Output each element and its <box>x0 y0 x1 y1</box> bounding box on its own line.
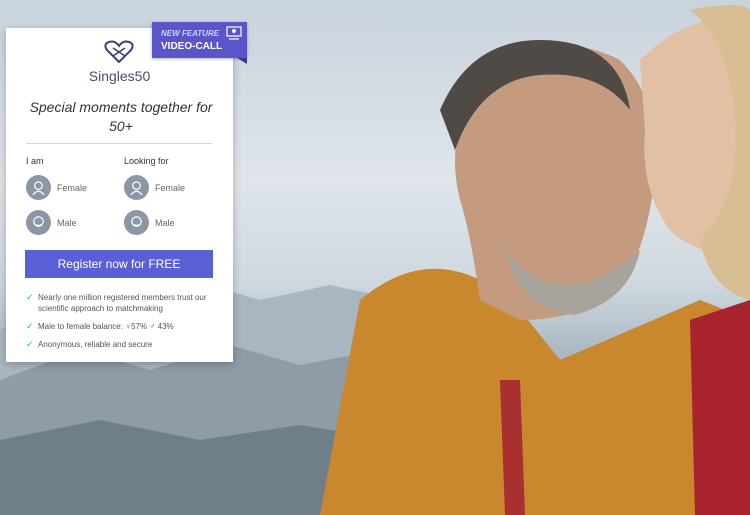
benefit-text: Male to female balance: ♀57% ♂ 43% <box>38 322 174 331</box>
benefit-text: Nearly one million registered members tr… <box>38 293 207 313</box>
badge-line2: VIDEO-CALL <box>161 41 223 52</box>
check-icon: ✓ <box>26 339 34 349</box>
benefit-text: Anonymous, reliable and secure <box>38 340 153 349</box>
couple-photo <box>320 5 750 515</box>
male-avatar-icon <box>26 210 51 235</box>
badge-line1: NEW FEATURE <box>161 29 220 38</box>
heart-logo-icon <box>104 40 134 64</box>
benefit-item: ✓ Nearly one million registered members … <box>26 292 216 314</box>
i-am-male-option[interactable]: Male <box>26 210 77 235</box>
option-label: Male <box>155 217 175 228</box>
i-am-female-option[interactable]: Female <box>26 175 87 200</box>
male-avatar-icon <box>124 210 149 235</box>
new-feature-badge[interactable]: NEW FEATURE VIDEO-CALL <box>152 22 247 64</box>
registration-card: Singles50 Special moments together for 5… <box>6 28 233 362</box>
looking-for-male-option[interactable]: Male <box>124 210 175 235</box>
brand-name: Singles50 <box>88 68 151 84</box>
video-call-icon <box>226 26 242 40</box>
female-avatar-icon <box>124 175 149 200</box>
option-label: Female <box>57 182 88 193</box>
i-am-label: I am <box>26 156 44 166</box>
check-icon: ✓ <box>26 292 34 302</box>
tagline: Special moments together for 50+ <box>29 99 213 134</box>
looking-for-female-option[interactable]: Female <box>124 175 185 200</box>
female-avatar-icon <box>26 175 51 200</box>
option-label: Female <box>155 182 186 193</box>
looking-for-label: Looking for <box>124 156 169 166</box>
option-label: Male <box>57 217 77 228</box>
register-button[interactable]: Register now for FREE <box>25 250 213 278</box>
benefit-item: ✓ Male to female balance: ♀57% ♂ 43% <box>26 321 174 332</box>
check-icon: ✓ <box>26 321 34 331</box>
divider <box>26 143 212 144</box>
benefit-item: ✓ Anonymous, reliable and secure <box>26 339 152 350</box>
